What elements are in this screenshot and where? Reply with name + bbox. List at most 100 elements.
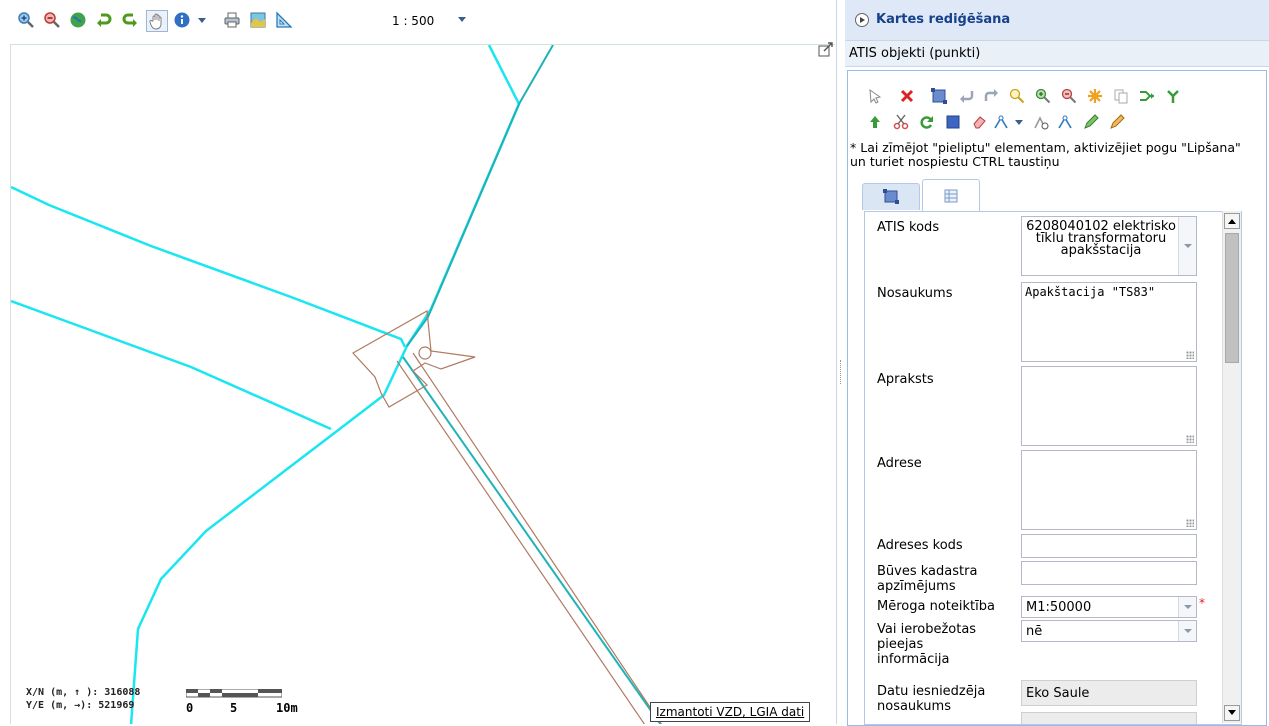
scale-bar-label: 10m [276, 701, 298, 715]
adreses-kods-input[interactable] [1021, 534, 1197, 558]
ierobezotas-dropdown-icon[interactable] [1178, 621, 1196, 641]
print-icon[interactable] [222, 10, 242, 30]
edit-pencil-orange-icon[interactable] [1108, 113, 1126, 131]
coordinate-readout: X/N (m, ↑ ): 316088 Y/E (m, →): 521969 [26, 686, 140, 712]
zoom-in-selected-icon[interactable] [1034, 87, 1052, 105]
draw-line-icon[interactable] [992, 113, 1010, 131]
dropdown-icon[interactable] [192, 10, 212, 30]
form-scrollbar[interactable] [1222, 211, 1241, 723]
zoom-out-selected-icon[interactable] [1060, 87, 1078, 105]
reshape-icon[interactable] [1056, 113, 1074, 131]
select-box-icon[interactable] [930, 87, 948, 105]
next-field [1021, 712, 1197, 724]
layer-subheader: ATIS objekti (punkti) [845, 41, 1269, 67]
select-icon[interactable] [866, 87, 884, 105]
meroga-combo[interactable]: M1:50000 [1021, 596, 1197, 618]
back-icon[interactable] [94, 10, 114, 30]
atis-kods-label: ATIS kods [877, 220, 940, 235]
geometry-tab[interactable] [862, 183, 920, 210]
adrese-label: Adrese [877, 456, 922, 471]
ye-value: 521969 [98, 700, 135, 711]
merge-icon[interactable] [1138, 87, 1156, 105]
attribution-link[interactable]: Izmantoti VZD, LGIA dati [650, 702, 811, 722]
expand-map-icon[interactable] [818, 42, 834, 58]
scroll-down-arrow-icon[interactable] [1224, 705, 1240, 721]
scale-bar-label: 5 [230, 701, 238, 715]
nosaukums-textarea[interactable]: Apakštacija "TS83" [1021, 282, 1197, 362]
atis-kods-dropdown-icon[interactable] [1178, 217, 1196, 275]
scale-bar [186, 689, 282, 698]
snap-icon[interactable] [1086, 87, 1104, 105]
map-panel: 1 : 500 X/N (m, ↑ ): 316088 Y/E (m, →): … [0, 0, 837, 724]
info-icon[interactable] [172, 10, 192, 30]
draw-dropdown-icon[interactable] [1010, 113, 1028, 131]
atis-kods-combo[interactable]: 6208040102 elektrisko tīklu transformato… [1021, 216, 1197, 276]
cyan-road-line [129, 45, 521, 724]
adrese-textarea[interactable] [1021, 450, 1197, 530]
rotate-icon[interactable] [918, 113, 936, 131]
resize-handle[interactable] [1186, 351, 1194, 359]
scale-dropdown-icon[interactable] [456, 13, 468, 25]
panel-header[interactable]: Kartes rediģēšana [845, 0, 1269, 41]
resize-handle[interactable] [1186, 435, 1194, 443]
brown-building-outline [352, 310, 476, 408]
map-canvas[interactable] [10, 44, 835, 724]
collapse-icon[interactable] [855, 13, 869, 27]
apraksts-textarea[interactable] [1021, 366, 1197, 446]
xn-value: 316088 [104, 687, 141, 698]
geometry-tab-icon [883, 189, 899, 204]
undo-icon[interactable] [958, 87, 976, 105]
panel-splitter[interactable] [837, 0, 845, 724]
forward-icon[interactable] [120, 10, 140, 30]
snap-hint-text: * Lai zīmējot "pieliptu" elementam, akti… [850, 140, 1241, 169]
attributes-tab[interactable] [922, 179, 980, 211]
copy-icon[interactable] [1112, 87, 1130, 105]
teal-road-line [406, 45, 554, 347]
scale-bar-label: 0 [186, 701, 194, 715]
map-export-icon[interactable] [248, 10, 268, 30]
brown-parcel-line [412, 352, 663, 724]
apraksts-label: Apraksts [877, 372, 934, 387]
pan-icon[interactable] [146, 10, 168, 32]
resize-handle[interactable] [1186, 519, 1194, 527]
measure-icon[interactable] [274, 10, 294, 30]
datu-iesniedzeja-value: Eko Saule [1026, 686, 1090, 701]
attribute-form: ATIS kods 6208040102 elektrisko tīklu tr… [864, 211, 1242, 725]
eraser-icon[interactable] [970, 113, 988, 131]
edit-pencil-green-icon[interactable] [1082, 113, 1100, 131]
datu-iesniedzeja-field: Eko Saule [1021, 680, 1197, 706]
layer-title: ATIS objekti (punkti) [849, 46, 981, 61]
meroga-dropdown-icon[interactable] [1178, 597, 1196, 617]
full-extent-icon[interactable] [68, 10, 88, 30]
brown-parcel-line [396, 360, 646, 724]
cut-icon[interactable] [892, 113, 910, 131]
editor-tabs [862, 179, 1246, 211]
nosaukums-label: Nosaukums [877, 286, 953, 301]
buves-kadastra-input[interactable] [1021, 561, 1197, 585]
adreses-kods-label: Adreses kods [877, 538, 963, 553]
zoom-to-icon[interactable] [1008, 87, 1026, 105]
meroga-label: Mēroga noteiktība [877, 599, 995, 614]
substation-point [418, 346, 432, 360]
nosaukums-value: Apakštacija "TS83" [1025, 285, 1156, 299]
ierobezotas-label: Vai ierobežotas pieejas informācija [877, 622, 977, 667]
redo-icon[interactable] [982, 87, 1000, 105]
scale-label: 1 : 500 [392, 14, 435, 28]
required-mark: * [1199, 596, 1205, 610]
splitter-grip [840, 360, 843, 384]
editing-panel: Kartes rediģēšana ATIS objekti (punkti) … [845, 0, 1269, 726]
map-features [11, 45, 663, 724]
add-vertex-icon[interactable] [1032, 113, 1050, 131]
fill-polygon-icon[interactable] [944, 113, 962, 131]
editor-box: * Lai zīmējot "pieliptu" elementam, akti… [847, 70, 1267, 726]
scroll-thumb[interactable] [1225, 233, 1239, 363]
zoom-in-icon[interactable] [16, 10, 36, 30]
ye-label: Y/E (m, →): [26, 700, 93, 711]
split-icon[interactable] [1164, 87, 1182, 105]
scroll-up-arrow-icon[interactable] [1224, 213, 1240, 229]
zoom-out-icon[interactable] [42, 10, 62, 30]
meroga-value: M1:50000 [1026, 600, 1092, 615]
ierobezotas-combo[interactable]: nē [1021, 620, 1197, 642]
delete-icon[interactable] [898, 87, 916, 105]
move-up-icon[interactable] [866, 113, 884, 131]
